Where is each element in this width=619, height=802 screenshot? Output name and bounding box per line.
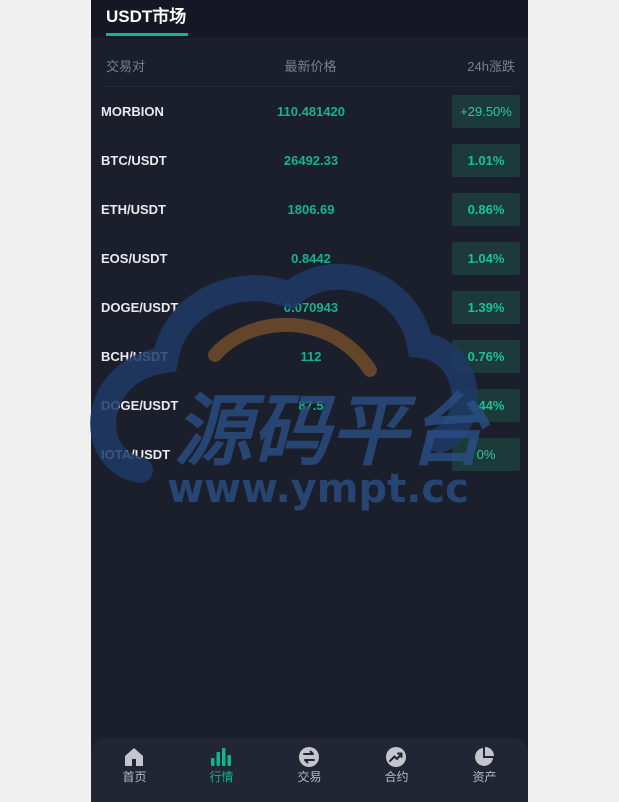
latest-price: 1806.69 — [287, 202, 335, 217]
nav-label: 合约 — [384, 770, 409, 784]
pie-chart-icon — [475, 747, 494, 766]
pair-name: DOGE/USDT — [101, 398, 179, 413]
nav-item-trade[interactable]: 交易 — [266, 738, 353, 802]
table-row[interactable]: MORBION 110.481420 +29.50% — [91, 95, 528, 129]
header-divider — [105, 86, 514, 87]
table-row[interactable]: BCH/USDT 112 0.76% — [91, 340, 528, 374]
change-badge: 0.86% — [452, 193, 520, 226]
column-header-price-label: 最新价格 — [284, 59, 337, 74]
tab-usdt-market[interactable]: USDT市场 — [106, 6, 189, 36]
pair-name: MORBION — [101, 104, 164, 119]
nav-label: 资产 — [472, 770, 497, 784]
latest-price: 0.8442 — [291, 251, 331, 266]
pair-name: DOGE/USDT — [101, 300, 179, 315]
home-icon — [125, 748, 143, 766]
bottom-nav: 首页 行情 交易 合约 资产 — [91, 738, 528, 802]
change-badge: +29.50% — [452, 95, 520, 128]
table-row[interactable]: IOTA/USDT 0% — [91, 438, 528, 472]
nav-item-home[interactable]: 首页 — [91, 738, 178, 802]
table-row[interactable]: DOGE/USDT 0.070943 1.39% — [91, 291, 528, 325]
column-header-change: 24h涨跌 — [467, 59, 515, 74]
change-badge: 0.76% — [452, 340, 520, 373]
change-badge: 1.01% — [452, 144, 520, 177]
column-header-price: 最新价格 — [91, 59, 528, 75]
change-badge: 0% — [452, 438, 520, 471]
table-row[interactable]: DOGE/USDT 87.5 3.44% — [91, 389, 528, 423]
pair-name: BCH/USDT — [101, 349, 169, 364]
nav-label: 行情 — [209, 770, 234, 784]
pair-name: BTC/USDT — [101, 153, 167, 168]
nav-label: 首页 — [122, 770, 147, 784]
pair-name: IOTA/USDT — [101, 447, 171, 462]
latest-price: 112 — [300, 349, 322, 364]
nav-label: 交易 — [297, 770, 322, 784]
chart-bar-icon — [211, 748, 231, 766]
exchange-icon — [299, 747, 319, 767]
change-badge: 3.44% — [452, 389, 520, 422]
nav-item-contract[interactable]: 合约 — [353, 738, 440, 802]
change-badge: 1.04% — [452, 242, 520, 275]
change-badge: 1.39% — [452, 291, 520, 324]
pair-name: EOS/USDT — [101, 251, 168, 266]
nav-item-market[interactable]: 行情 — [178, 738, 265, 802]
table-row[interactable]: ETH/USDT 1806.69 0.86% — [91, 193, 528, 227]
table-row[interactable]: EOS/USDT 0.8442 1.04% — [91, 242, 528, 276]
trend-up-icon — [386, 747, 406, 767]
market-app: USDT市场 交易对 最新价格 24h涨跌 MORBION 110.481420… — [91, 0, 528, 802]
latest-price: 0.070943 — [283, 300, 339, 315]
header: USDT市场 — [91, 0, 528, 38]
pair-name: ETH/USDT — [101, 202, 166, 217]
latest-price: 26492.33 — [283, 153, 339, 168]
table-row[interactable]: BTC/USDT 26492.33 1.01% — [91, 144, 528, 178]
nav-item-assets[interactable]: 资产 — [441, 738, 528, 802]
latest-price: 110.481420 — [277, 104, 345, 119]
latest-price: 87.5 — [298, 398, 324, 413]
